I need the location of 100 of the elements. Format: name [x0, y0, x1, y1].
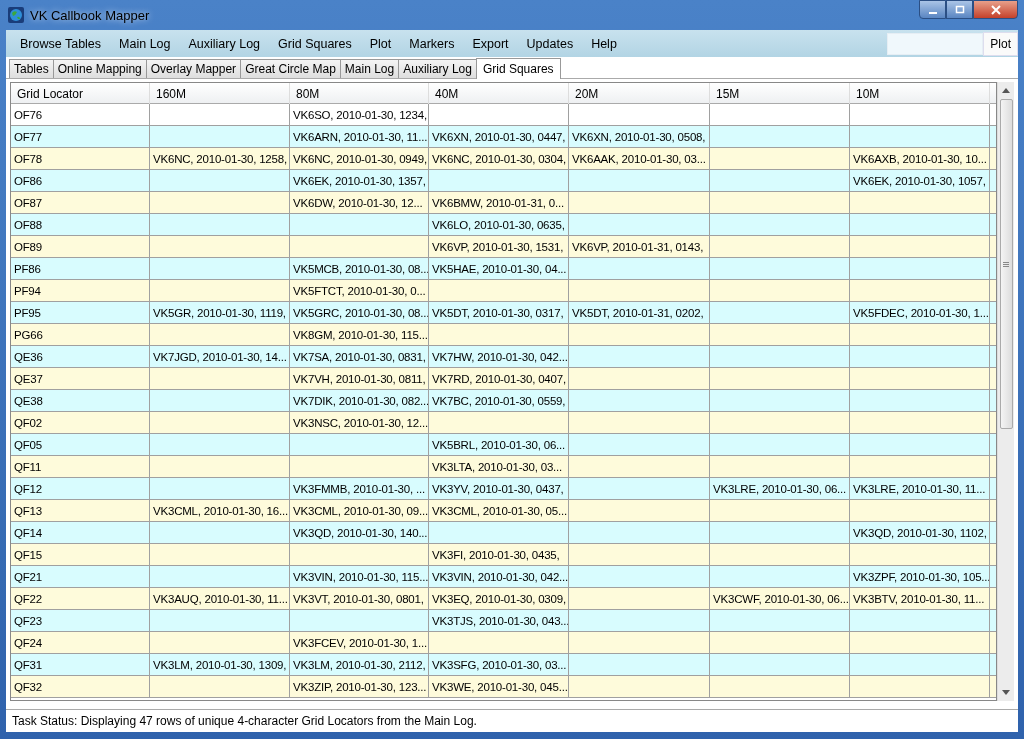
table-cell: QF13: [11, 500, 150, 521]
table-row[interactable]: QF13 VK3CML, 2010-01-30, 16... VK3CML, 2010-01-30, 09... VK3CML, 2010-01-30, 05...: [11, 500, 996, 522]
table-cell: VK3LM, 2010-01-30, 2112,: [290, 654, 429, 675]
menu-item[interactable]: Main Log: [110, 36, 180, 51]
table-row[interactable]: QE37 VK7VH, 2010-01-30, 0811, VK7RD, 2010-01-30, 0407,: [11, 368, 996, 390]
table-cell: VK5DT, 2010-01-30, 0317,: [429, 302, 569, 323]
tab[interactable]: Overlay Mapper: [145, 59, 242, 78]
table-cell: VK3FMMB, 2010-01-30, ...: [290, 478, 429, 499]
table-cell: VK5DT, 2010-01-31, 0202,: [569, 302, 710, 323]
table-row[interactable]: OF89 VK6VP, 2010-01-30, 1531, VK6VP, 2010-01-31, 0143,: [11, 236, 996, 258]
table-cell: OF89: [11, 236, 150, 257]
table-cell: VK3VIN, 2010-01-30, 042...: [429, 566, 569, 587]
table-row[interactable]: QE38 VK7DIK, 2010-01-30, 082... VK7BC, 2010-01-30, 0559,: [11, 390, 996, 412]
table-row[interactable]: OF87 VK6DW, 2010-01-30, 12... VK6BMW, 2010-01-31, 0...: [11, 192, 996, 214]
table-cell: VK3VIN, 2010-01-30, 115...: [290, 566, 429, 587]
table-cell: VK7JGD, 2010-01-30, 14...: [150, 346, 290, 367]
table-row[interactable]: PF94 VK5FTCT, 2010-01-30, 0...: [11, 280, 996, 302]
tab[interactable]: Main Log: [339, 59, 400, 78]
table-row[interactable]: PG66 VK8GM, 2010-01-30, 115...: [11, 324, 996, 346]
vertical-scrollbar[interactable]: [997, 82, 1014, 701]
tab[interactable]: Auxiliary Log: [398, 59, 477, 78]
table-cell: VK7BC, 2010-01-30, 0559,: [429, 390, 569, 411]
table-cell: VK7DIK, 2010-01-30, 082...: [290, 390, 429, 411]
table-cell: VK5MCB, 2010-01-30, 08...: [290, 258, 429, 279]
menu-item[interactable]: Grid Squares: [269, 36, 361, 51]
menu-item[interactable]: Browse Tables: [11, 36, 111, 51]
table-row[interactable]: PF86 VK5MCB, 2010-01-30, 08... VK5HAE, 2010-01-30, 04...: [11, 258, 996, 280]
table-row[interactable]: QF32 VK3ZIP, 2010-01-30, 123... VK3WE, 2010-01-30, 045...: [11, 676, 996, 698]
table-cell: VK3QD, 2010-01-30, 140...: [290, 522, 429, 543]
table-cell: VK6AXB, 2010-01-30, 10...: [850, 148, 990, 169]
tab[interactable]: Tables: [9, 59, 54, 78]
table-cell: VK6SO, 2010-01-30, 1234,: [290, 104, 429, 125]
table-cell: VK7RD, 2010-01-30, 0407,: [429, 368, 569, 389]
grip-icon: [1003, 261, 1009, 267]
menu-item[interactable]: Markers: [400, 36, 464, 51]
table-row[interactable]: OF76 VK6SO, 2010-01-30, 1234,: [11, 104, 996, 126]
table-cell: VK6XN, 2010-01-30, 0508,: [569, 126, 710, 147]
table-cell: VK6BMW, 2010-01-31, 0...: [429, 192, 569, 213]
table-row[interactable]: QF31 VK3LM, 2010-01-30, 1309, VK3LM, 2010-01-30, 2112, VK3SFG, 2010-01-30, 03...: [11, 654, 996, 676]
table-cell: OF77: [11, 126, 150, 147]
minimize-icon: [928, 11, 937, 14]
table-cell: QF15: [11, 544, 150, 565]
table-cell: VK3ZIP, 2010-01-30, 123...: [290, 676, 429, 697]
table-row[interactable]: QF23 VK3TJS, 2010-01-30, 043...: [11, 610, 996, 632]
menu-item[interactable]: Auxiliary Log: [179, 36, 270, 51]
tab[interactable]: Grid Squares: [475, 58, 561, 79]
table-cell: QF31: [11, 654, 150, 675]
table-cell: VK3YV, 2010-01-30, 0437,: [429, 478, 569, 499]
table-cell: VK7HW, 2010-01-30, 042...: [429, 346, 569, 367]
close-button[interactable]: [973, 0, 1018, 19]
scroll-up-icon[interactable]: [1002, 88, 1010, 93]
table-cell: QF12: [11, 478, 150, 499]
table-row[interactable]: QE36 VK7JGD, 2010-01-30, 14... VK7SA, 2010-01-30, 0831, VK7HW, 2010-01-30, 042...: [11, 346, 996, 368]
table-cell: OF86: [11, 170, 150, 191]
table-row[interactable]: QF22 VK3AUQ, 2010-01-30, 11... VK3VT, 2010-01-30, 0801, VK3EQ, 2010-01-30, 0309, VK3CWF, 2010-01-30, 06... VK3BTV, 2010-01-30, 11...: [11, 588, 996, 610]
table-row[interactable]: QF05 VK5BRL, 2010-01-30, 06...: [11, 434, 996, 456]
table-row[interactable]: QF02 VK3NSC, 2010-01-30, 12...: [11, 412, 996, 434]
table-cell: QF23: [11, 610, 150, 631]
plot-input-field[interactable]: [887, 32, 984, 55]
table-row[interactable]: QF21 VK3VIN, 2010-01-30, 115... VK3VIN, 2010-01-30, 042... VK3ZPF, 2010-01-30, 105...: [11, 566, 996, 588]
table-cell: VK3VT, 2010-01-30, 0801,: [290, 588, 429, 609]
minimize-button[interactable]: [919, 0, 946, 19]
maximize-button[interactable]: [946, 0, 973, 19]
table-cell: QF11: [11, 456, 150, 477]
table-cell: VK3LM, 2010-01-30, 1309,: [150, 654, 290, 675]
table-cell: PF95: [11, 302, 150, 323]
table-cell: QF32: [11, 676, 150, 697]
table-row[interactable]: PF95 VK5GR, 2010-01-30, 1119, VK5GRC, 2010-01-30, 08... VK5DT, 2010-01-30, 0317, VK5DT, 2010-01-31, 0202, VK5FDEC, 2010-01-30, 1...: [11, 302, 996, 324]
table-row[interactable]: QF11 VK3LTA, 2010-01-30, 03...: [11, 456, 996, 478]
table-row[interactable]: QF24 VK3FCEV, 2010-01-30, 1...: [11, 632, 996, 654]
status-text: Task Status: Displaying 47 rows of unique 4-character Grid Locators from the Main Log.: [12, 714, 477, 728]
table-cell: VK6EK, 2010-01-30, 1357,: [290, 170, 429, 191]
table-cell: VK3CML, 2010-01-30, 05...: [429, 500, 569, 521]
table-cell: VK3QD, 2010-01-30, 1102,: [850, 522, 990, 543]
table-row[interactable]: QF15 VK3FI, 2010-01-30, 0435,: [11, 544, 996, 566]
scroll-down-icon[interactable]: [1002, 690, 1010, 695]
table-cell: VK3BTV, 2010-01-30, 11...: [850, 588, 990, 609]
table-cell: OF78: [11, 148, 150, 169]
table-cell: OF88: [11, 214, 150, 235]
tab[interactable]: Great Circle Map: [240, 59, 341, 78]
maximize-icon: [954, 4, 965, 15]
table-row[interactable]: OF78 VK6NC, 2010-01-30, 1258, VK6NC, 2010-01-30, 0949, VK6NC, 2010-01-30, 0304, VK6AAK, 2010-01-30, 03... VK6AXB, 2010-01-30, 10...: [11, 148, 996, 170]
table-cell: VK7VH, 2010-01-30, 0811,: [290, 368, 429, 389]
table-row[interactable]: OF86 VK6EK, 2010-01-30, 1357, VK6EK, 2010-01-30, 1057,: [11, 170, 996, 192]
menu-item[interactable]: Export: [463, 36, 518, 51]
table-cell: QE38: [11, 390, 150, 411]
table-cell: VK3FI, 2010-01-30, 0435,: [429, 544, 569, 565]
menu-item[interactable]: Help: [582, 36, 626, 51]
table-cell: QF05: [11, 434, 150, 455]
table-cell: VK3FCEV, 2010-01-30, 1...: [290, 632, 429, 653]
table-cell: VK6VP, 2010-01-30, 1531,: [429, 236, 569, 257]
menu-item[interactable]: Plot: [360, 36, 401, 51]
table-row[interactable]: OF77 VK6ARN, 2010-01-30, 11... VK6XN, 2010-01-30, 0447, VK6XN, 2010-01-30, 0508,: [11, 126, 996, 148]
table-row[interactable]: QF12 VK3FMMB, 2010-01-30, ... VK3YV, 2010-01-30, 0437, VK3LRE, 2010-01-30, 06... VK3LRE, 2010-01-30, 11...: [11, 478, 996, 500]
plot-button[interactable]: Plot: [983, 31, 1018, 56]
menu-item[interactable]: Updates: [517, 36, 583, 51]
table-cell: QE37: [11, 368, 150, 389]
tab[interactable]: Online Mapping: [52, 59, 147, 78]
table-row[interactable]: OF88 VK6LO, 2010-01-30, 0635,: [11, 214, 996, 236]
table-row[interactable]: QF14 VK3QD, 2010-01-30, 140... VK3QD, 2010-01-30, 1102,: [11, 522, 996, 544]
